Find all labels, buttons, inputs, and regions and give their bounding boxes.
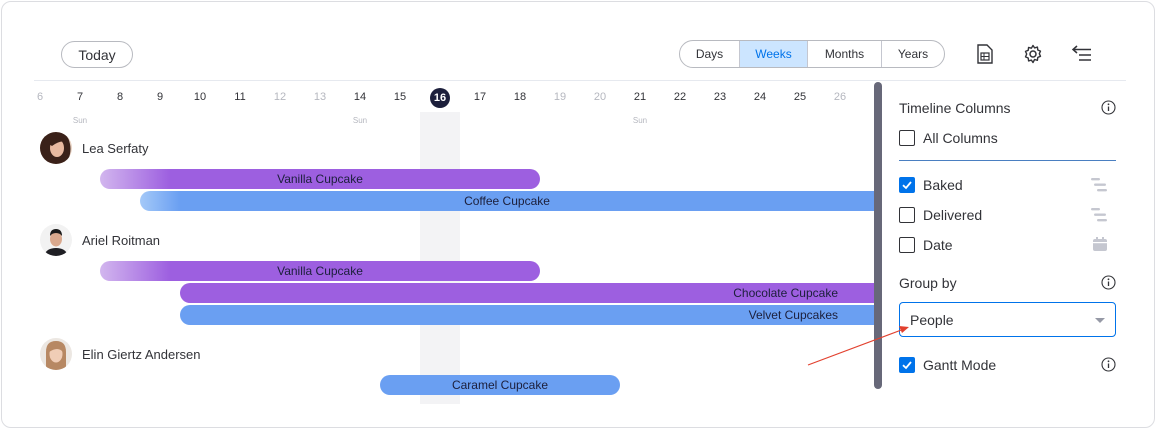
annotation-arrow <box>807 326 909 366</box>
timeline-widget: Today Days Weeks Months Years 6 7 8 9 10… <box>1 1 1155 428</box>
